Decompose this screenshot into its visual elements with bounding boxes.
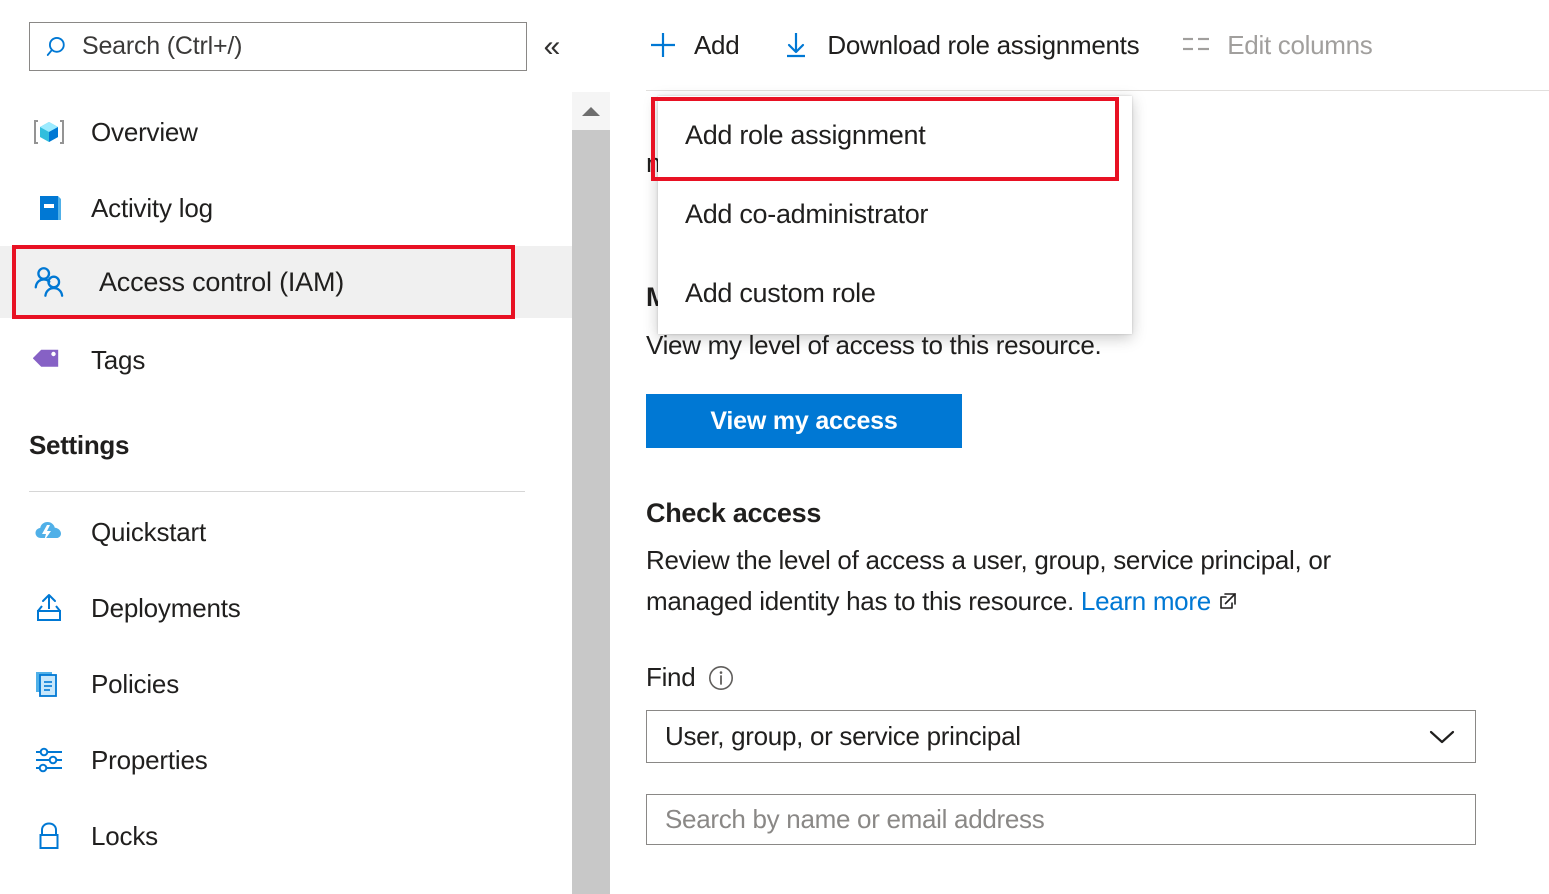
sidebar-item-label: Overview [91, 117, 198, 148]
principal-search-placeholder: Search by name or email address [665, 804, 1044, 835]
sidebar-item-label: Tags [91, 345, 145, 376]
activity-log-book-icon [29, 188, 69, 228]
find-label: Find [646, 662, 695, 693]
plus-icon [646, 28, 680, 62]
check-access-description-line1: Review the level of access a user, group… [646, 545, 1331, 575]
cloud-lightning-icon [29, 512, 69, 552]
azure-portal-iam-screen: Search (Ctrl+/) « Overview [0, 0, 1549, 894]
sidebar-item-properties[interactable]: Properties [0, 724, 572, 796]
tag-icon [29, 340, 69, 380]
sidebar-item-label: Quickstart [91, 517, 206, 548]
edit-columns-icon [1179, 28, 1213, 62]
upload-deploy-icon [29, 588, 69, 628]
check-access-description: Review the level of access a user, group… [646, 540, 1506, 624]
scrollbar-thumb[interactable] [572, 130, 610, 894]
sidebar-item-deployments[interactable]: Deployments [0, 572, 572, 644]
sidebar-item-label: Policies [91, 669, 179, 700]
resource-menu-panel: Search (Ctrl+/) « Overview [0, 0, 572, 894]
add-button[interactable]: Add [646, 17, 739, 73]
add-dropdown-menu: Add role assignment Add co-administrator… [658, 96, 1132, 334]
info-icon[interactable] [708, 665, 734, 691]
check-access-description-line2: managed identity has to this resource. [646, 586, 1074, 616]
sidebar-item-overview[interactable]: Overview [0, 96, 572, 168]
resource-cube-icon [29, 112, 69, 152]
sidebar-item-access-control-iam[interactable]: Access control (IAM) [0, 246, 572, 318]
download-role-assignments-button[interactable]: Download role assignments [779, 17, 1139, 73]
find-principal-type-select[interactable]: User, group, or service principal [646, 710, 1476, 763]
sidebar-item-label: Activity log [91, 193, 213, 224]
documents-icon [29, 664, 69, 704]
command-bar: Add Download role assignments [610, 0, 1549, 90]
sidebar-item-label: Deployments [91, 593, 241, 624]
sidebar-item-policies[interactable]: Policies [0, 648, 572, 720]
command-label: Edit columns [1227, 30, 1372, 61]
view-my-access-button[interactable]: View my access [646, 394, 962, 448]
principal-search-input[interactable]: Search by name or email address [646, 794, 1476, 845]
chevron-down-icon [1427, 728, 1457, 746]
my-access-description: View my level of access to this resource… [646, 330, 1101, 361]
sidebar-item-label: Access control (IAM) [91, 267, 344, 298]
people-access-icon [29, 262, 69, 302]
search-placeholder: Search (Ctrl+/) [82, 34, 242, 59]
collapse-menu-icon[interactable]: « [532, 32, 572, 62]
find-label-row: Find [646, 662, 734, 693]
find-select-value: User, group, or service principal [665, 721, 1021, 752]
command-bar-divider [646, 90, 1549, 91]
sidebar-item-tags[interactable]: Tags [0, 324, 572, 396]
sidebar-scrollbar[interactable] [572, 92, 610, 894]
sidebar-item-label: Properties [91, 745, 208, 776]
scroll-up-arrow-icon[interactable] [572, 92, 610, 130]
sidebar-item-activity-log[interactable]: Activity log [0, 172, 572, 244]
sidebar-section-heading-settings: Settings [29, 430, 129, 461]
menu-item-add-role-assignment[interactable]: Add role assignment [658, 96, 1132, 175]
command-label: Add [694, 30, 739, 61]
external-link-icon [1217, 583, 1239, 624]
sidebar-item-label: Locks [91, 821, 158, 852]
search-input[interactable]: Search (Ctrl+/) [29, 22, 527, 71]
learn-more-link[interactable]: Learn more [1081, 586, 1211, 616]
menu-item-add-custom-role[interactable]: Add custom role [658, 254, 1132, 333]
command-label: Download role assignments [827, 30, 1139, 61]
menu-item-add-co-administrator[interactable]: Add co-administrator [658, 175, 1132, 254]
search-icon [46, 34, 72, 60]
sidebar-search-row: Search (Ctrl+/) « [0, 0, 572, 92]
download-arrow-icon [779, 28, 813, 62]
sidebar-item-quickstart[interactable]: Quickstart [0, 496, 572, 568]
sidebar-divider [29, 491, 525, 492]
edit-columns-button[interactable]: Edit columns [1179, 17, 1372, 73]
lock-icon [29, 816, 69, 856]
check-access-heading: Check access [646, 498, 821, 529]
sliders-icon [29, 740, 69, 780]
sidebar-item-locks[interactable]: Locks [0, 800, 572, 872]
